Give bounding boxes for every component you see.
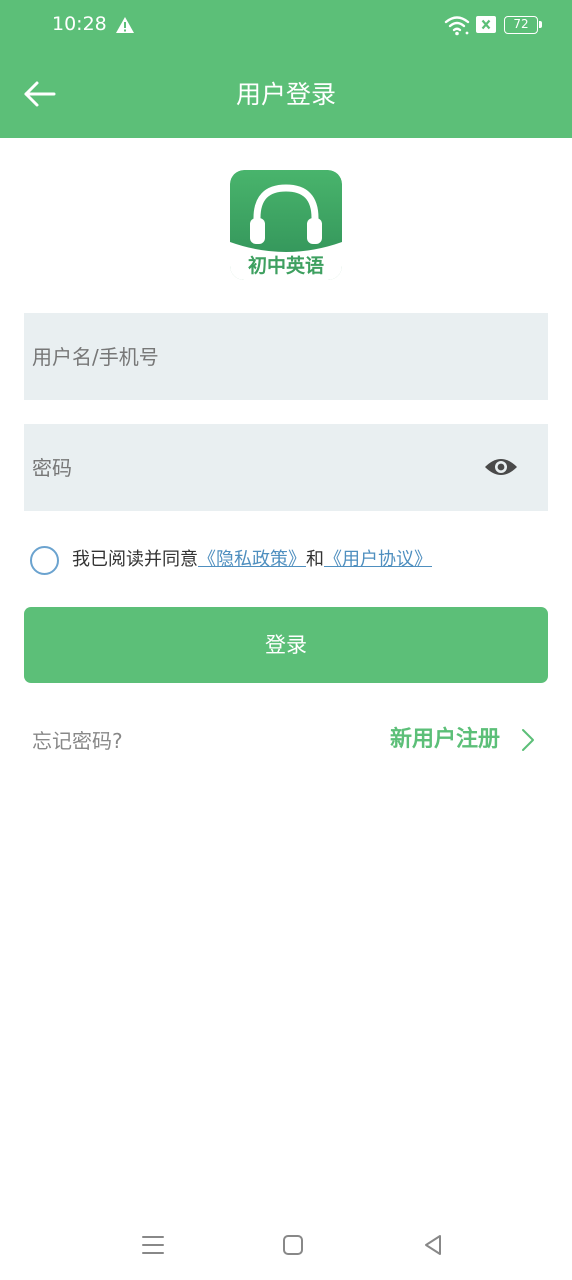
login-button[interactable]: 登录 (24, 607, 548, 683)
register-label: 新用户注册 (390, 727, 501, 752)
eye-icon[interactable] (484, 454, 518, 480)
battery-icon: 72 (504, 16, 542, 34)
agreement-checkbox[interactable] (30, 546, 59, 575)
agreement-text: 我已阅读并同意《隐私政策》和《用户协议》 (72, 548, 432, 572)
app-header: 10:28 72 用户登录 (0, 0, 572, 138)
page-title: 用户登录 (235, 80, 336, 109)
logo-text: 初中英语 (247, 255, 324, 277)
forgot-password-link[interactable]: 忘记密码? (32, 727, 123, 755)
sim-x-icon (476, 16, 496, 33)
agreement-row: 我已阅读并同意《隐私政策》和《用户协议》 (30, 544, 550, 576)
home-icon[interactable] (280, 1232, 306, 1258)
menu-icon[interactable] (140, 1232, 166, 1258)
back-nav-icon[interactable] (420, 1232, 446, 1258)
privacy-policy-link[interactable]: 《隐私政策》 (198, 549, 306, 570)
status-time: 10:28 (52, 13, 107, 35)
app-logo: 初中英语 (230, 170, 342, 280)
wifi-icon (444, 16, 470, 36)
battery-level: 72 (513, 17, 529, 31)
password-input[interactable] (32, 424, 472, 511)
username-field[interactable] (24, 313, 548, 400)
warning-icon (116, 17, 134, 33)
agreement-prefix: 我已阅读并同意 (72, 549, 198, 570)
chevron-right-icon (522, 729, 534, 751)
agreement-conjunction: 和 (306, 549, 324, 570)
password-field[interactable] (24, 424, 548, 511)
username-input[interactable] (32, 313, 472, 400)
system-nav-bar (0, 1212, 572, 1280)
status-bar: 10:28 72 (0, 0, 572, 52)
user-agreement-link[interactable]: 《用户协议》 (324, 549, 432, 570)
